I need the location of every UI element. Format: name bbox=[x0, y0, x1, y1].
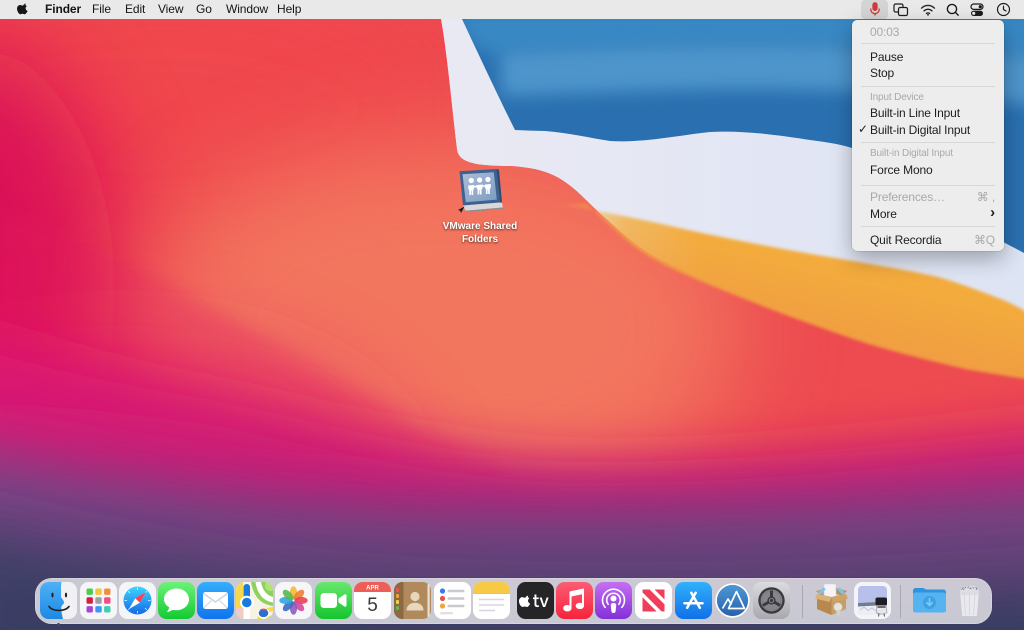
svg-text:5: 5 bbox=[367, 595, 378, 616]
svg-text:APR: APR bbox=[366, 586, 379, 592]
